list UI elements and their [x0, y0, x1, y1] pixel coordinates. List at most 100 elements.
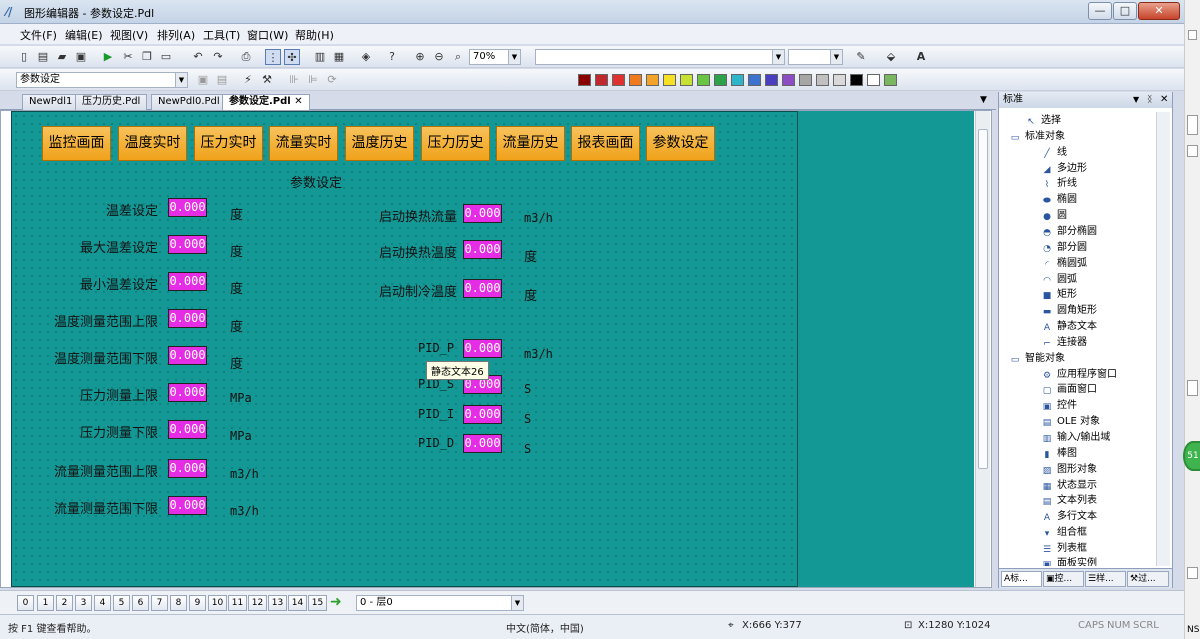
menu-help[interactable]: 帮助(H) — [295, 27, 334, 43]
palette-swatch[interactable] — [850, 74, 863, 86]
scroll-up-arrow-icon[interactable] — [1187, 145, 1198, 157]
param-value-field[interactable]: 0.000 — [168, 346, 207, 365]
param-value-field[interactable]: 0.000 — [168, 309, 207, 328]
font-combo[interactable]: ▼ — [535, 49, 785, 65]
palette-swatch[interactable] — [697, 74, 710, 86]
ungroup-icon[interactable]: ▤ — [214, 72, 230, 88]
nav-button-report[interactable]: 报表画面 — [571, 126, 640, 161]
tree-item[interactable]: ▣ 面板实例 — [1041, 556, 1097, 566]
param-value-field[interactable]: 0.000 — [168, 383, 207, 402]
tree-item[interactable]: ╱ 线 — [1041, 145, 1067, 160]
palette-swatch[interactable] — [595, 74, 608, 86]
tree-item[interactable]: ▣ 控件 — [1041, 398, 1077, 413]
tree-group-smart[interactable]: ▭ 智能对象 — [1009, 351, 1065, 366]
palette-swatch[interactable] — [748, 74, 761, 86]
tree-item[interactable]: ▨ 图形对象 — [1041, 462, 1097, 477]
tree-item[interactable]: A 多行文本 — [1041, 509, 1097, 524]
tree-item[interactable]: ◜ 椭圆弧 — [1041, 256, 1087, 271]
scroll-down-arrow-icon[interactable] — [1187, 567, 1198, 579]
panel-tab-styles[interactable]: ☰样... — [1085, 571, 1126, 587]
layer-button[interactable]: 7 — [151, 595, 168, 611]
side-badge[interactable]: 51 — [1183, 441, 1200, 471]
save-icon[interactable]: ▣ — [73, 49, 89, 65]
properties-icon[interactable]: ▥ — [312, 49, 328, 65]
param-value-field[interactable]: 0.000 — [463, 279, 502, 298]
palette-swatch[interactable] — [612, 74, 625, 86]
zoom-combo[interactable]: 70% ▼ — [469, 49, 521, 65]
panel-close-icon[interactable]: ✕ — [1160, 92, 1168, 108]
tree-item[interactable]: ◓ 部分椭圆 — [1041, 224, 1097, 239]
align-center-icon[interactable]: ⊫ — [305, 72, 321, 88]
layer-button[interactable]: 12 — [248, 595, 267, 611]
tree-item[interactable]: ☰ 列表框 — [1041, 541, 1087, 556]
palette-swatch[interactable] — [646, 74, 659, 86]
scroll-up-icon[interactable] — [1188, 30, 1197, 40]
layer-button[interactable]: 0 — [17, 595, 34, 611]
tab-parameter-settings[interactable]: 参数设定.Pdl ✕ — [222, 94, 310, 110]
layer-combo[interactable]: 0 - 层0 ▼ — [356, 595, 524, 611]
param-value-field[interactable]: 0.000 — [168, 459, 207, 478]
design-canvas[interactable]: 监控画面 温度实时 压力实时 流量实时 温度历史 压力历史 流量历史 报表画面 … — [11, 111, 798, 587]
pid-value-field[interactable]: 0.000 — [463, 405, 502, 424]
layer-button[interactable]: 3 — [75, 595, 92, 611]
redo-icon[interactable]: ↷ — [210, 49, 226, 65]
param-value-field[interactable]: 0.000 — [168, 496, 207, 515]
palette-swatch[interactable] — [884, 74, 897, 86]
tool-icon[interactable]: ⚒ — [259, 72, 275, 88]
layer-button[interactable]: 11 — [228, 595, 247, 611]
tree-item[interactable]: ▦ 状态显示 — [1041, 478, 1097, 493]
nav-button-pressure-realtime[interactable]: 压力实时 — [194, 126, 263, 161]
snap-icon[interactable]: ✣ — [284, 49, 300, 65]
palette-swatch[interactable] — [833, 74, 846, 86]
tab-pressure-history[interactable]: 压力历史.Pdl — [75, 94, 148, 110]
panel-scrollbar[interactable] — [1156, 112, 1170, 566]
menu-edit[interactable]: 编辑(E) — [65, 27, 103, 43]
panel-tab-controls[interactable]: ▣控... — [1043, 571, 1084, 587]
tree-item[interactable]: ⬬ 椭圆 — [1041, 192, 1077, 207]
palette-swatch[interactable] — [765, 74, 778, 86]
zoom-fit-icon[interactable]: ⌕ — [450, 49, 466, 65]
copy-icon[interactable]: ❐ — [139, 49, 155, 65]
tree-group-standard[interactable]: ▭ 标准对象 — [1009, 129, 1065, 144]
arrow-right-icon[interactable]: ➜ — [330, 594, 342, 610]
new-doc-icon[interactable]: ▤ — [35, 49, 51, 65]
nav-button-temp-history[interactable]: 温度历史 — [345, 126, 414, 161]
menu-window[interactable]: 窗口(W) — [247, 27, 288, 43]
panel-tab-process[interactable]: ⚒过... — [1127, 571, 1169, 587]
layer-button[interactable]: 4 — [94, 595, 111, 611]
undo-icon[interactable]: ↶ — [190, 49, 206, 65]
tree-item[interactable]: A 静态文本 — [1041, 319, 1097, 334]
tree-item[interactable]: ▮ 棒图 — [1041, 446, 1077, 461]
palette-swatch[interactable] — [714, 74, 727, 86]
layer-button[interactable]: 9 — [189, 595, 206, 611]
nav-button-flow-history[interactable]: 流量历史 — [496, 126, 565, 161]
menu-view[interactable]: 视图(V) — [110, 27, 148, 43]
font-color-icon[interactable]: A — [913, 49, 929, 65]
grid-icon[interactable]: ⋮ — [265, 49, 281, 65]
zoom-out-icon[interactable]: ⊖ — [431, 49, 447, 65]
tree-item[interactable]: ▤ OLE 对象 — [1041, 414, 1100, 429]
layer-button[interactable]: 6 — [132, 595, 149, 611]
tree-item[interactable]: ◠ 圆弧 — [1041, 272, 1077, 287]
wand-icon[interactable]: ⚡ — [240, 72, 256, 88]
zoom-in-icon[interactable]: ⊕ — [412, 49, 428, 65]
tree-item[interactable]: ▾ 组合框 — [1041, 525, 1087, 540]
group-icon[interactable]: ▣ — [195, 72, 211, 88]
tree-item[interactable]: ▬ 圆角矩形 — [1041, 303, 1097, 318]
layer-button[interactable]: 8 — [170, 595, 187, 611]
open-folder-icon[interactable]: ▰ — [54, 49, 70, 65]
param-value-field[interactable]: 0.000 — [168, 198, 207, 217]
panel-dropdown-icon[interactable]: ▼ — [1133, 92, 1139, 108]
tree-item[interactable]: ⌇ 折线 — [1041, 176, 1077, 191]
pid-value-field[interactable]: 0.000 — [463, 434, 502, 453]
palette-swatch[interactable] — [578, 74, 591, 86]
palette-swatch[interactable] — [629, 74, 642, 86]
tree-item[interactable]: ◢ 多边形 — [1041, 161, 1087, 176]
line-color-icon[interactable]: ✎ — [853, 49, 869, 65]
object-combo[interactable]: 参数设定 ▼ — [16, 72, 188, 88]
palette-swatch[interactable] — [782, 74, 795, 86]
size-combo[interactable]: ▼ — [788, 49, 843, 65]
align-left-icon[interactable]: ⊪ — [286, 72, 302, 88]
scroll-thumb[interactable] — [1187, 380, 1198, 396]
palette-swatch[interactable] — [680, 74, 693, 86]
